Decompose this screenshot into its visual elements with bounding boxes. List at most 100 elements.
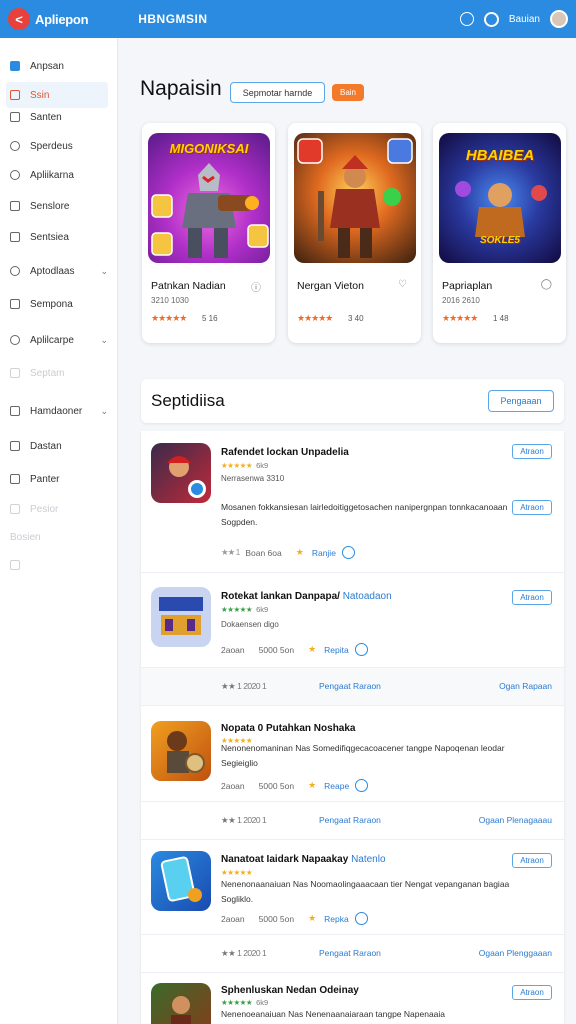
user-name[interactable]: Bauian (509, 14, 540, 25)
avatar[interactable] (550, 10, 568, 28)
section-action-button[interactable]: Pengaaan (488, 390, 554, 412)
share-icon[interactable] (354, 643, 368, 656)
heart-icon[interactable]: ♡ (398, 279, 407, 290)
install-button[interactable]: Atraon (512, 985, 552, 1000)
sidebar-item-8[interactable]: Sempona (0, 291, 118, 317)
tag-badge[interactable]: Bain (332, 84, 364, 101)
document-icon (10, 201, 20, 211)
sidebar-item-label: Hamdaoner (30, 405, 83, 417)
footer-link[interactable]: Pengaat Raraon (319, 815, 381, 825)
top-actions: Bauian (459, 10, 568, 28)
game-art-subtitle: SOKLE5 (479, 235, 520, 246)
search-input[interactable]: Sepmotar harnde (230, 82, 325, 103)
sidebar-item-14[interactable]: Pesior (0, 496, 118, 522)
app-name-text: Nanatoat Iaidark Napaakay (221, 854, 349, 865)
info-icon[interactable]: ⓘ (251, 279, 261, 294)
chat-icon[interactable]: ◯ (541, 279, 552, 290)
footer-link[interactable]: Pengaat Raraon (319, 948, 381, 958)
sidebar-item-label: Sempona (30, 298, 73, 310)
featured-card-3[interactable]: HBAIBEA SOKLE5 Papriaplan ◯ 2016 2610 ★★… (433, 123, 566, 343)
section-title: Septidiisa (151, 391, 225, 410)
app-name: Nopata 0 Putahkan Noshaka (221, 723, 356, 734)
sidebar-item-5[interactable]: Senslore (0, 193, 118, 219)
install-button[interactable]: Atraon (512, 500, 552, 515)
sidebar-item-label: Septam (30, 367, 65, 379)
footer-action[interactable]: Ogan Rapaan (499, 681, 552, 691)
game-meta: 3210 1030 (151, 296, 189, 305)
footer-action[interactable]: Ogaan Plenagaaau (479, 815, 552, 825)
sidebar-item-2[interactable]: Santen (0, 104, 118, 130)
rating-stars: ★★★★★ (297, 313, 333, 323)
app-name: Rotekat lankan Danpapa/ Natoadaon (221, 591, 392, 602)
featured-card-2[interactable]: Nergan Vieton ♡ ★★★★★ 3 40 (288, 123, 421, 343)
sidebar-item-label: Sentsiea (30, 231, 69, 243)
app-footer-meta: 2aoan 5000 5on ★ Repka (221, 912, 368, 925)
sidebar-item-11[interactable]: Hamdaoner ⌄ (0, 398, 118, 424)
list-item[interactable]: Rotekat lankan Danpapa/ Natoadaon ★★★★★ 6… (141, 573, 564, 668)
app-description: Nenonenomaninan Nas Somedifiqgecacoacene… (221, 743, 505, 768)
phone-icon (160, 856, 202, 902)
sidebar-item-label: Aptodlaas (30, 265, 75, 277)
sidebar-item-12[interactable]: Dastan (0, 433, 118, 459)
sidebar-item-7[interactable]: Aptodlaas ⌄ (0, 258, 118, 284)
sidebar-item-0[interactable]: Anpsan (0, 53, 118, 79)
image-icon (10, 368, 20, 378)
home-icon (10, 61, 20, 71)
sidebar-item-3[interactable]: Sperdeus (0, 133, 118, 159)
notification-icon[interactable] (483, 11, 499, 27)
list-icon (10, 232, 20, 242)
sidebar-item-15[interactable]: Bosien (0, 524, 118, 550)
sidebar-item-10[interactable]: Septam (0, 360, 118, 386)
game-name: Patnkan Nadian (151, 280, 226, 292)
star-icon: ★ (295, 547, 304, 557)
list-item[interactable]: Nanatoat Iaidark Napaakay Natenlo ★★★★★ … (141, 840, 564, 935)
game-name: Nergan Vieton (297, 280, 364, 292)
install-button[interactable]: Atraon (512, 444, 552, 459)
footer-action[interactable]: Ogaan Plenggaaan (479, 948, 552, 958)
info-icon[interactable] (459, 12, 474, 26)
list-item-footer: ★★ 1 2020 1 Pengaat Raraon Ogan Rapaan (141, 668, 564, 706)
app-link[interactable]: Repita (324, 645, 349, 655)
stars: ★★★★★ (221, 998, 253, 1007)
sidebar-item-label: Senslore (30, 200, 70, 212)
sidebar-item-6[interactable]: Sentsiea (0, 224, 118, 250)
list-item-footer: ★★ 1 2020 1 Pengaat Raraon Ogaan Plengga… (141, 935, 564, 973)
list-item[interactable]: Sphenluskan Nedan Odeinay ★★★★★ 6k9 Nenen… (141, 973, 564, 1024)
share-icon[interactable] (341, 546, 355, 559)
app-icon (151, 587, 211, 647)
top-center-title: HBNGMSIN (138, 12, 208, 26)
sidebar-item-extra[interactable] (0, 552, 118, 578)
share-icon[interactable] (355, 779, 369, 792)
star-icon: ★ (308, 780, 317, 790)
warrior-character-icon (171, 996, 191, 1024)
chevron-down-icon: ⌄ (100, 265, 108, 276)
app-description: Nenenoeanaiuan Nas Nenenaanaiaraan tangp… (221, 1009, 446, 1019)
featured-card-1[interactable]: MIGONIKSAI Patnkan Nadian ⓘ 3210 1030 ★★… (142, 123, 275, 343)
list-item[interactable]: Nopata 0 Putahkan Noshaka ★★★★★ Nenoneno… (141, 709, 564, 802)
chevron-down-icon: ⌄ (100, 405, 108, 416)
app-meta: Dokaensen digo (221, 620, 279, 629)
rating-stars: ★★★★★ (221, 868, 253, 877)
warrior-character-icon (297, 138, 413, 258)
stars: ★★★★★ (221, 461, 253, 470)
app-logo-icon[interactable]: < (8, 8, 30, 30)
sidebar-item-13[interactable]: Panter (0, 466, 118, 492)
chevron-down-icon: ⌄ (100, 334, 108, 345)
apps-icon (10, 170, 20, 180)
footer-link[interactable]: Pengaat Raraon (319, 681, 381, 691)
app-name-text: Rotekat lankan Danpapa/ (221, 591, 340, 602)
app-link[interactable]: Reape (324, 781, 349, 791)
app-list: Rafendet lockan Unpadelia ★★★★★ 6k9 Nerra… (141, 431, 564, 1024)
app-link[interactable]: Ranjie (312, 548, 336, 558)
install-button[interactable]: Atraon (512, 590, 552, 605)
rating-value: 1 48 (493, 314, 509, 323)
list-item[interactable]: Rafendet lockan Unpadelia ★★★★★ 6k9 Nerra… (141, 431, 564, 573)
app-icon (151, 443, 211, 503)
sidebar-item-4[interactable]: Apliikarna (0, 162, 118, 188)
downloads: 5000 5on (258, 780, 295, 791)
install-button[interactable]: Atraon (512, 853, 552, 868)
share-icon[interactable] (354, 912, 368, 925)
sidebar-item-9[interactable]: Aplilcarpe ⌄ (0, 327, 118, 353)
mini-rating: 2aoan (221, 644, 245, 655)
app-link[interactable]: Repka (324, 914, 349, 924)
